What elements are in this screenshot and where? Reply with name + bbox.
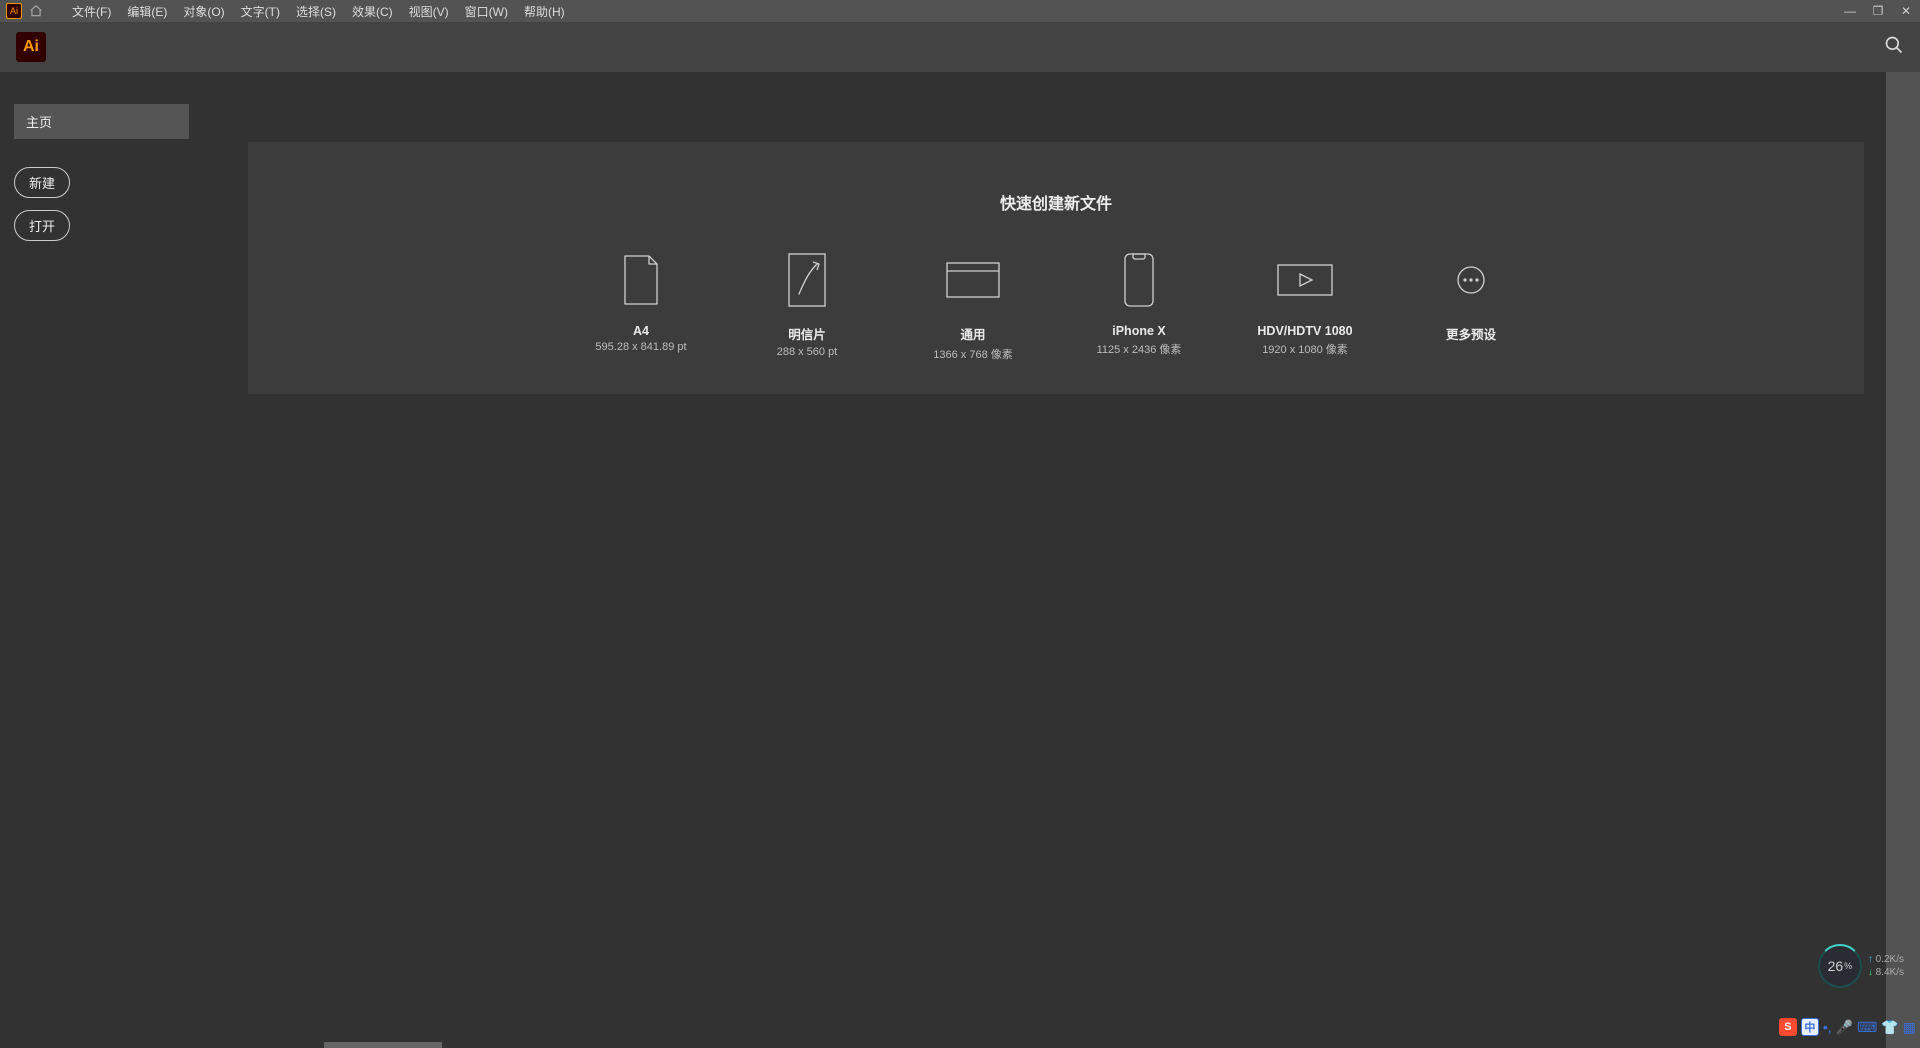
net-rates: 0.2K/s 8.4K/s [1868, 953, 1904, 979]
open-button[interactable]: 打开 [14, 210, 70, 241]
menu-object[interactable]: 对象(O) [175, 3, 232, 20]
maximize-button[interactable]: ❐ [1868, 4, 1888, 18]
start-panel: 快速创建新文件 A4 595.28 x 841.89 pt 明信片 288 x … [248, 142, 1864, 394]
taskbar-stub [324, 1042, 442, 1048]
phone-icon [1123, 250, 1155, 310]
ime-skin-icon[interactable]: 👕 [1881, 1019, 1898, 1036]
menu-help[interactable]: 帮助(H) [516, 3, 573, 20]
start-heading: 快速创建新文件 [1000, 190, 1112, 214]
preset-hdtv[interactable]: HDV/HDTV 1080 1920 x 1080 像素 [1250, 250, 1360, 357]
preset-postcard[interactable]: 明信片 288 x 560 pt [752, 250, 862, 358]
preset-a4[interactable]: A4 595.28 x 841.89 pt [586, 250, 696, 353]
network-widget[interactable]: 26% 0.2K/s 8.4K/s [1818, 944, 1904, 988]
cpu-percent: 26 [1828, 958, 1844, 974]
video-icon [1276, 250, 1334, 310]
app-small-icon: Ai [6, 3, 22, 19]
menu-file[interactable]: 文件(F) [64, 3, 119, 20]
ime-keyboard-icon[interactable]: ⌨ [1857, 1019, 1877, 1036]
cpu-ring: 26% [1818, 944, 1862, 988]
tab-home[interactable]: 主页 [14, 104, 189, 139]
preset-title: 明信片 [788, 324, 826, 343]
download-rate: 8.4K/s [1868, 966, 1904, 979]
ime-lang-icon[interactable]: 中 [1801, 1018, 1819, 1036]
search-icon[interactable] [1884, 35, 1904, 60]
menu-bar: Ai 文件(F) 编辑(E) 对象(O) 文字(T) 选择(S) 效果(C) 视… [0, 0, 1920, 22]
preset-subtitle: 1920 x 1080 像素 [1262, 341, 1348, 357]
preset-title: 通用 [960, 324, 985, 343]
ime-tray: S 中 •, 🎤 ⌨ 👕 ▦ [1779, 1018, 1916, 1036]
upload-rate: 0.2K/s [1868, 953, 1904, 966]
close-button[interactable]: ✕ [1896, 4, 1916, 18]
menu-window[interactable]: 窗口(W) [457, 3, 516, 20]
minimize-button[interactable]: — [1840, 4, 1860, 18]
menu-view[interactable]: 视图(V) [401, 3, 457, 20]
preset-subtitle: 288 x 560 pt [777, 346, 838, 358]
preset-title: iPhone X [1112, 324, 1165, 338]
preset-more[interactable]: 更多预设 [1416, 250, 1526, 346]
app-bar: Ai [0, 22, 1920, 72]
new-button[interactable]: 新建 [14, 167, 70, 198]
browser-icon [945, 250, 1001, 310]
preset-iphonex[interactable]: iPhone X 1125 x 2436 像素 [1084, 250, 1194, 357]
preset-subtitle: 1366 x 768 像素 [933, 346, 1013, 362]
document-icon [621, 250, 661, 310]
preset-title: 更多预设 [1446, 324, 1496, 343]
menu-effect[interactable]: 效果(C) [344, 3, 401, 20]
window-controls: — ❐ ✕ [1840, 0, 1916, 22]
ime-voice-icon[interactable]: 🎤 [1836, 1019, 1853, 1036]
more-icon [1456, 250, 1486, 310]
preset-common[interactable]: 通用 1366 x 768 像素 [918, 250, 1028, 362]
menu-type[interactable]: 文字(T) [233, 3, 288, 20]
menu-edit[interactable]: 编辑(E) [119, 3, 175, 20]
ime-toolbox-icon[interactable]: ▦ [1903, 1019, 1916, 1036]
sogou-ime-icon[interactable]: S [1779, 1018, 1797, 1036]
ime-punct-icon[interactable]: •, [1823, 1019, 1832, 1035]
postcard-icon [787, 250, 827, 310]
home-icon-small[interactable] [28, 3, 44, 19]
ai-logo: Ai [16, 32, 46, 62]
sidebar: 主页 新建 打开 [14, 104, 194, 241]
menu-select[interactable]: 选择(S) [288, 3, 344, 20]
preset-subtitle: 595.28 x 841.89 pt [595, 341, 686, 353]
preset-subtitle: 1125 x 2436 像素 [1097, 341, 1182, 357]
right-panel-bar[interactable] [1886, 72, 1920, 1048]
preset-title: A4 [633, 324, 649, 338]
preset-list: A4 595.28 x 841.89 pt 明信片 288 x 560 pt 通… [586, 250, 1526, 362]
preset-title: HDV/HDTV 1080 [1257, 324, 1352, 338]
